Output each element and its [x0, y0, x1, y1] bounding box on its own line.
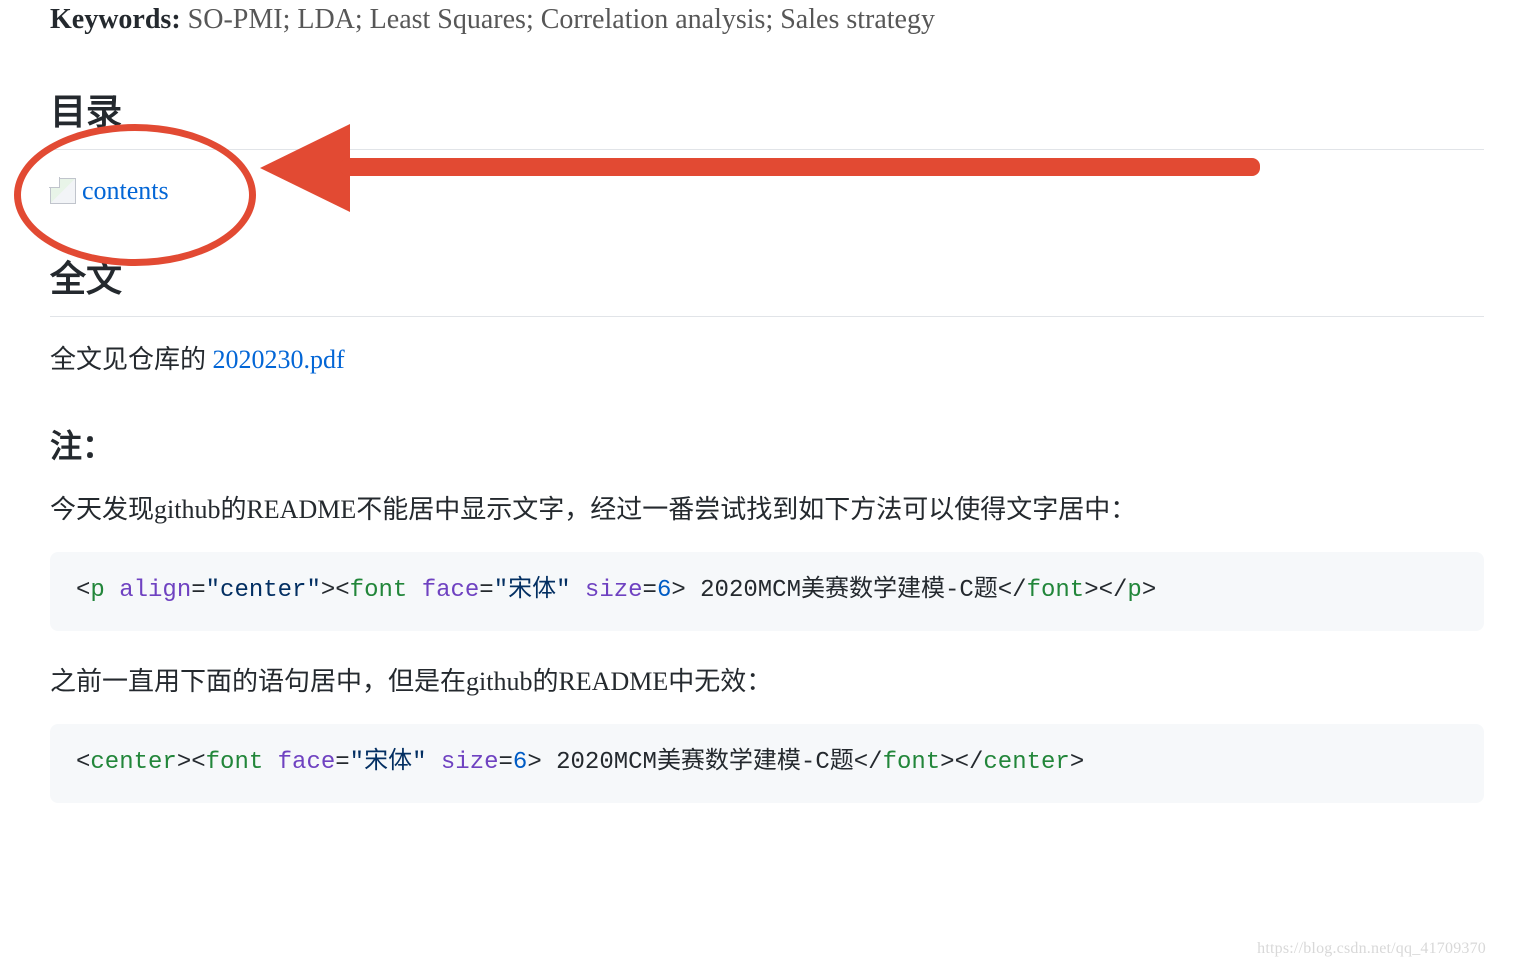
fulltext-paragraph: 全文见仓库的 2020230.pdf — [50, 339, 1484, 381]
fulltext-heading: 全文 — [50, 250, 1484, 317]
fulltext-pdf-link[interactable]: 2020230.pdf — [213, 345, 345, 374]
keywords-label: Keywords: — [50, 4, 181, 35]
broken-image-placeholder[interactable]: contents — [50, 176, 169, 206]
readme-page: Keywords: SO-PMI; LDA; Least Squares; Co… — [0, 0, 1534, 968]
code-block-p-align: <p align="center"><font face="宋体" size=6… — [50, 552, 1484, 630]
toc-image-row: contents — [50, 176, 1484, 206]
watermark-text: https://blog.csdn.net/qq_41709370 — [1257, 940, 1486, 958]
note-heading: 注： — [50, 421, 1484, 467]
toc-heading: 目录 — [50, 83, 1484, 150]
keywords-value: SO-PMI; LDA; Least Squares; Correlation … — [188, 4, 935, 35]
keywords-line: Keywords: SO-PMI; LDA; Least Squares; Co… — [50, 0, 1484, 39]
broken-image-alt-text: contents — [82, 176, 169, 206]
note-paragraph-2: 之前一直用下面的语句居中，但是在github的README中无效： — [50, 661, 1484, 703]
note-paragraph-1: 今天发现github的README不能居中显示文字，经过一番尝试找到如下方法可以… — [50, 489, 1484, 531]
code-block-center: <center><font face="宋体" size=6> 2020MCM美… — [50, 724, 1484, 802]
fulltext-prefix: 全文见仓库的 — [50, 345, 213, 374]
broken-image-icon — [50, 178, 76, 204]
arrow-shaft — [340, 158, 1260, 176]
